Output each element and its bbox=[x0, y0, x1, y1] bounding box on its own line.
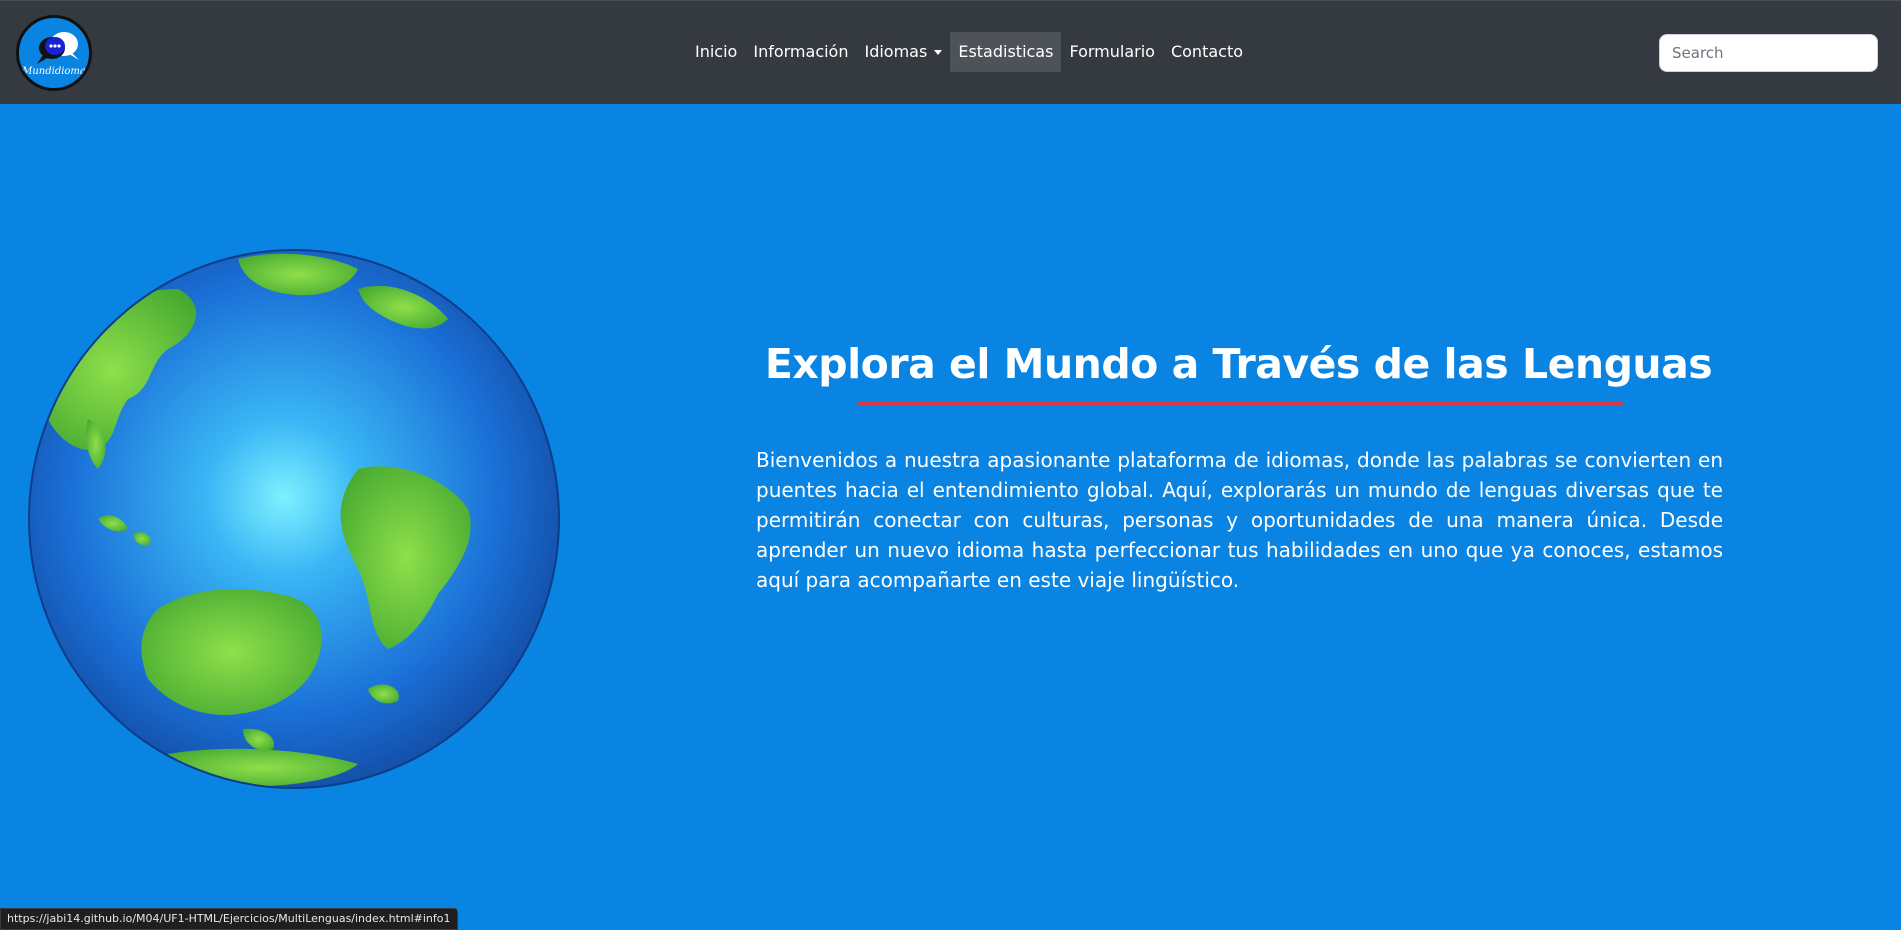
hero-title: Explora el Mundo a Través de las Lenguas bbox=[764, 340, 1713, 388]
nav-item-idiomas-label: Idiomas bbox=[864, 42, 928, 61]
status-bar-url: https://jabi14.github.io/M04/UF1-HTML/Ej… bbox=[0, 908, 458, 930]
nav-item-inicio[interactable]: Inicio bbox=[687, 32, 745, 72]
nav-links: Inicio Información Idiomas Estadisticas … bbox=[687, 32, 1251, 72]
brand-logo[interactable]: Mundidioma bbox=[16, 15, 92, 91]
caret-down-icon bbox=[934, 49, 943, 55]
globe-image bbox=[28, 249, 560, 789]
nav-item-formulario[interactable]: Formulario bbox=[1061, 32, 1163, 72]
nav-item-contacto[interactable]: Contacto bbox=[1163, 32, 1251, 72]
chat-bubbles-icon bbox=[37, 32, 79, 64]
title-underline bbox=[857, 402, 1623, 406]
nav-item-estadisticas[interactable]: Estadisticas bbox=[950, 32, 1062, 72]
navbar: Mundidioma Inicio Información Idiomas Es… bbox=[0, 0, 1901, 104]
nav-item-idiomas-dropdown[interactable]: Idiomas bbox=[856, 32, 950, 72]
nav-item-informacion[interactable]: Información bbox=[745, 32, 856, 72]
logo-text: Mundidioma bbox=[22, 66, 86, 77]
search-input[interactable] bbox=[1659, 34, 1878, 72]
hero-paragraph: Bienvenidos a nuestra apasionante plataf… bbox=[756, 448, 1723, 592]
